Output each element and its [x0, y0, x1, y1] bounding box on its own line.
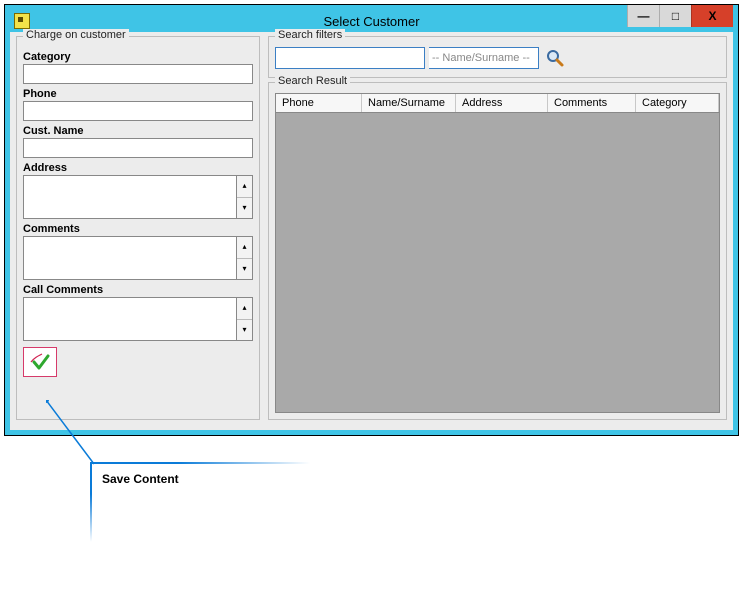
call-comments-up-icon[interactable]: ▴	[237, 298, 252, 320]
call-comments-down-icon[interactable]: ▾	[237, 320, 252, 341]
comments-up-icon[interactable]: ▴	[237, 237, 252, 259]
search-result-group: Search Result Phone Name/Surname Address…	[268, 82, 727, 420]
phone-input[interactable]	[23, 101, 253, 121]
address-up-icon[interactable]: ▴	[237, 176, 252, 198]
comments-label: Comments	[23, 223, 253, 235]
address-textarea[interactable]	[23, 175, 237, 219]
address-spinner[interactable]: ▴ ▾	[237, 175, 253, 219]
call-comments-textarea[interactable]	[23, 297, 237, 341]
col-phone[interactable]: Phone	[276, 94, 362, 112]
category-label: Category	[23, 51, 253, 63]
callout: Save Content	[90, 462, 310, 542]
comments-textarea[interactable]	[23, 236, 237, 280]
col-comments[interactable]: Comments	[548, 94, 636, 112]
search-button[interactable]	[543, 47, 567, 69]
comments-spinner[interactable]: ▴ ▾	[237, 236, 253, 280]
search-placeholder-hint	[429, 47, 539, 69]
grid-body	[276, 113, 719, 412]
select-customer-window: Select Customer — □ X Charge on customer…	[5, 5, 738, 435]
address-down-icon[interactable]: ▾	[237, 198, 252, 219]
save-button[interactable]	[23, 347, 57, 377]
search-filters-legend: Search filters	[275, 29, 345, 41]
search-result-legend: Search Result	[275, 75, 350, 87]
cust-name-input[interactable]	[23, 138, 253, 158]
charge-on-customer-group: Charge on customer Category Phone Cust. …	[16, 36, 260, 420]
checkmark-icon	[28, 352, 52, 372]
phone-label: Phone	[23, 88, 253, 100]
result-grid[interactable]: Phone Name/Surname Address Comments Cate…	[275, 93, 720, 413]
category-input[interactable]	[23, 64, 253, 84]
charge-legend: Charge on customer	[23, 29, 129, 41]
col-name-surname[interactable]: Name/Surname	[362, 94, 456, 112]
col-address[interactable]: Address	[456, 94, 548, 112]
call-comments-spinner[interactable]: ▴ ▾	[237, 297, 253, 341]
close-button[interactable]: X	[691, 5, 733, 27]
maximize-button[interactable]: □	[659, 5, 691, 27]
callout-text: Save Content	[102, 472, 298, 486]
cust-name-label: Cust. Name	[23, 125, 253, 137]
col-category[interactable]: Category	[636, 94, 719, 112]
search-filters-group: Search filters	[268, 36, 727, 78]
search-input[interactable]	[275, 47, 425, 69]
minimize-button[interactable]: —	[627, 5, 659, 27]
window-title: Select Customer	[10, 14, 733, 29]
address-label: Address	[23, 162, 253, 174]
grid-header: Phone Name/Surname Address Comments Cate…	[276, 94, 719, 113]
comments-down-icon[interactable]: ▾	[237, 259, 252, 280]
search-icon	[545, 48, 565, 68]
call-comments-label: Call Comments	[23, 284, 253, 296]
